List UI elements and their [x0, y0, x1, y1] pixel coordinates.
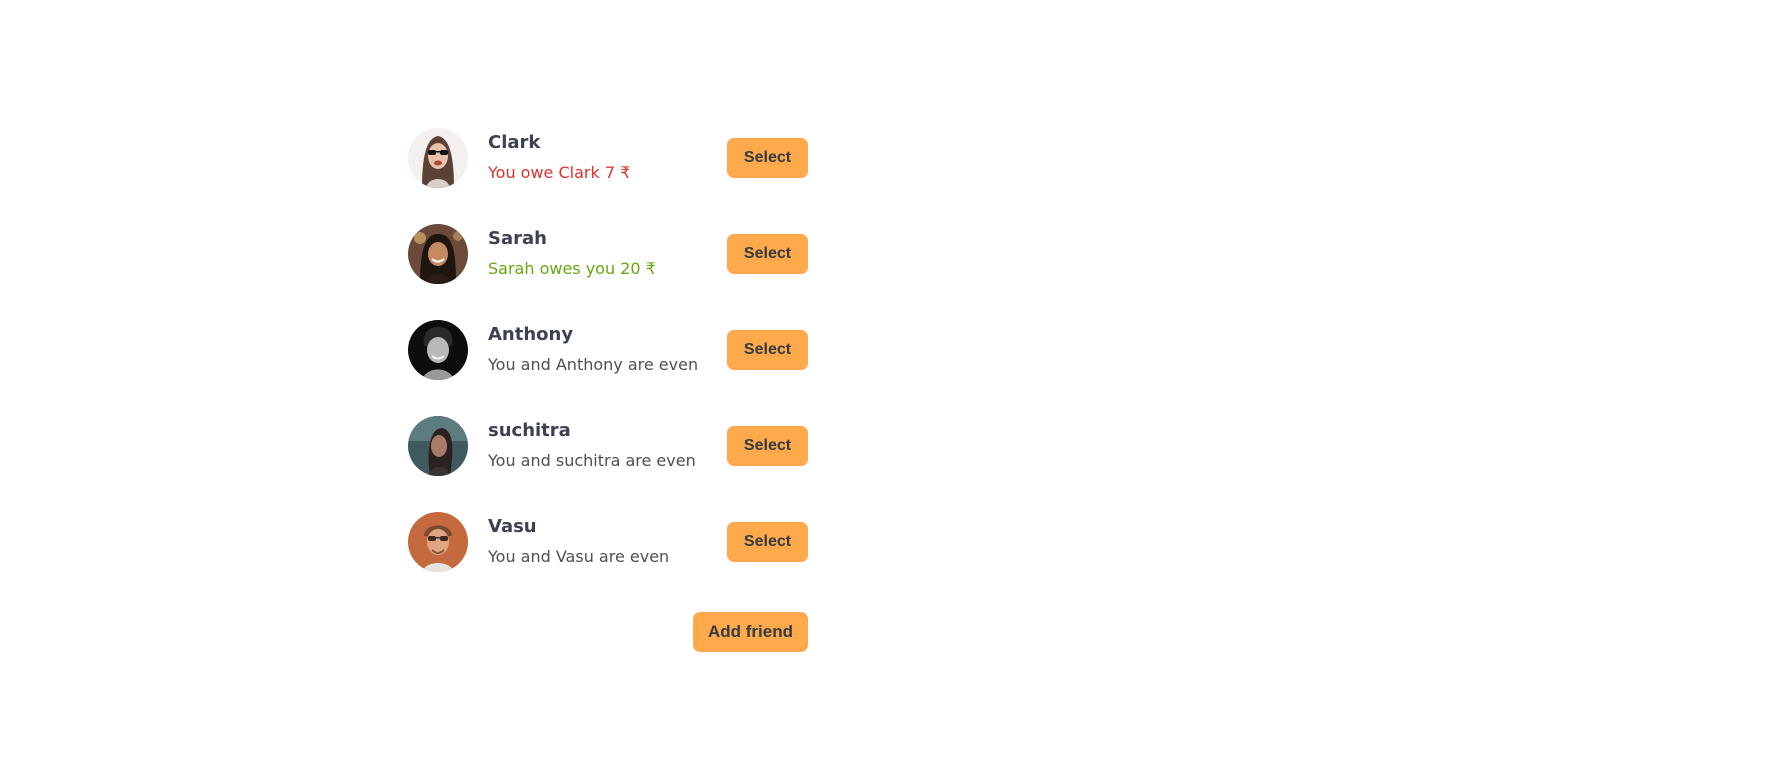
friend-item-vasu: Vasu You and Vasu are even Select: [408, 494, 808, 590]
friend-info: Anthony You and Anthony are even: [488, 323, 727, 377]
avatar: [408, 416, 468, 476]
friend-name: Vasu: [488, 516, 537, 537]
select-button-sarah[interactable]: Select: [727, 234, 808, 274]
add-friend-row: Add friend: [408, 612, 808, 652]
friend-info: Vasu You and Vasu are even: [488, 515, 727, 569]
select-button-clark[interactable]: Select: [727, 138, 808, 178]
friend-balance: You and suchitra are even: [488, 451, 696, 470]
friend-item-sarah: Sarah Sarah owes you 20 ₹ Select: [408, 206, 808, 302]
select-button-vasu[interactable]: Select: [727, 522, 808, 562]
friend-name: suchitra: [488, 420, 571, 441]
friend-info: Clark You owe Clark 7 ₹: [488, 131, 727, 185]
avatar: [408, 128, 468, 188]
friend-item-clark: Clark You owe Clark 7 ₹ Select: [408, 110, 808, 206]
friend-name: Anthony: [488, 324, 574, 345]
avatar: [408, 224, 468, 284]
select-button-anthony[interactable]: Select: [727, 330, 808, 370]
friend-balance: Sarah owes you 20 ₹: [488, 259, 656, 278]
avatar: [408, 512, 468, 572]
friend-balance: You and Anthony are even: [488, 355, 699, 374]
add-friend-button[interactable]: Add friend: [693, 612, 808, 652]
friend-info: suchitra You and suchitra are even: [488, 419, 727, 473]
friend-balance: You owe Clark 7 ₹: [488, 163, 631, 182]
avatar: [408, 320, 468, 380]
friend-item-suchitra: suchitra You and suchitra are even Selec…: [408, 398, 808, 494]
friend-balance: You and Vasu are even: [488, 547, 670, 566]
friend-name: Clark: [488, 132, 541, 153]
friend-name: Sarah: [488, 228, 547, 249]
friend-item-anthony: Anthony You and Anthony are even Select: [408, 302, 808, 398]
friends-list: Clark You owe Clark 7 ₹ Select Sarah Sar…: [408, 110, 808, 590]
friend-info: Sarah Sarah owes you 20 ₹: [488, 227, 727, 281]
friends-sidebar: Clark You owe Clark 7 ₹ Select Sarah Sar…: [408, 110, 808, 652]
select-button-suchitra[interactable]: Select: [727, 426, 808, 466]
